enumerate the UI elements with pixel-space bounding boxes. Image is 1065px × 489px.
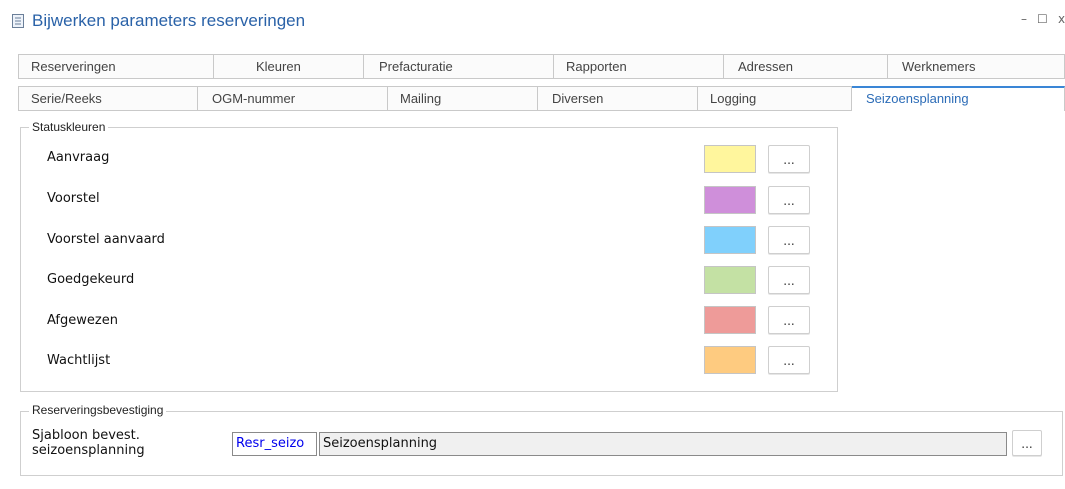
browse-button-goedgekeurd[interactable]: ... [768,266,810,294]
minimize-icon[interactable]: – [1021,12,1027,26]
color-swatch-voorstel [704,186,756,214]
browse-button-wachtlijst[interactable]: ... [768,346,810,374]
maximize-icon[interactable]: ☐ [1037,12,1048,26]
tab-seizoensplanning[interactable]: Seizoensplanning [852,86,1065,111]
sjabloon-label-line1: Sjabloon bevest. [32,428,140,443]
statuskleuren-legend: Statuskleuren [29,120,109,134]
tab-serie-reeks[interactable]: Serie/Reeks [18,86,198,111]
tab-reserveringen[interactable]: Reserveringen [18,54,214,79]
tab-rapporten[interactable]: Rapporten [554,54,724,79]
sjabloon-label-line2: seizoensplanning [32,443,145,458]
status-label-voorstel: Voorstel [47,191,100,206]
color-swatch-wachtlijst [704,346,756,374]
browse-button-voorstel[interactable]: ... [768,186,810,214]
sjabloon-code-field[interactable]: Resr_seizo [232,432,317,456]
status-label-afgewezen: Afgewezen [47,313,118,328]
sjabloon-browse-button[interactable]: ... [1012,430,1042,456]
tab-werknemers[interactable]: Werknemers [888,54,1065,79]
tab-mailing[interactable]: Mailing [388,86,538,111]
tab-diversen[interactable]: Diversen [538,86,698,111]
tab-kleuren[interactable]: Kleuren [214,54,364,79]
color-swatch-goedgekeurd [704,266,756,294]
close-icon[interactable]: x [1058,12,1065,26]
browse-button-voorstel-aanvaard[interactable]: ... [768,226,810,254]
status-label-voorstel-aanvaard: Voorstel aanvaard [47,232,165,247]
window-title: Bijwerken parameters reserveringen [32,11,306,30]
status-label-wachtlijst: Wachtlijst [47,353,111,368]
color-swatch-aanvraag [704,145,756,173]
tab-ogm-nummer[interactable]: OGM-nummer [198,86,388,111]
browse-button-aanvraag[interactable]: ... [768,145,810,173]
sjabloon-label: Sjabloon bevest. seizoensplanning [32,428,145,458]
tab-logging[interactable]: Logging [698,86,852,111]
tab-adressen[interactable]: Adressen [724,54,888,79]
reserveringsbevestiging-legend: Reserveringsbevestiging [29,403,167,417]
browse-button-afgewezen[interactable]: ... [768,306,810,334]
sjabloon-description-field: Seizoensplanning [319,432,1007,456]
status-label-goedgekeurd: Goedgekeurd [47,272,135,287]
status-label-aanvraag: Aanvraag [47,150,110,165]
color-swatch-afgewezen [704,306,756,334]
document-icon [12,14,24,28]
tab-prefacturatie[interactable]: Prefacturatie [364,54,554,79]
color-swatch-voorstel-aanvaard [704,226,756,254]
